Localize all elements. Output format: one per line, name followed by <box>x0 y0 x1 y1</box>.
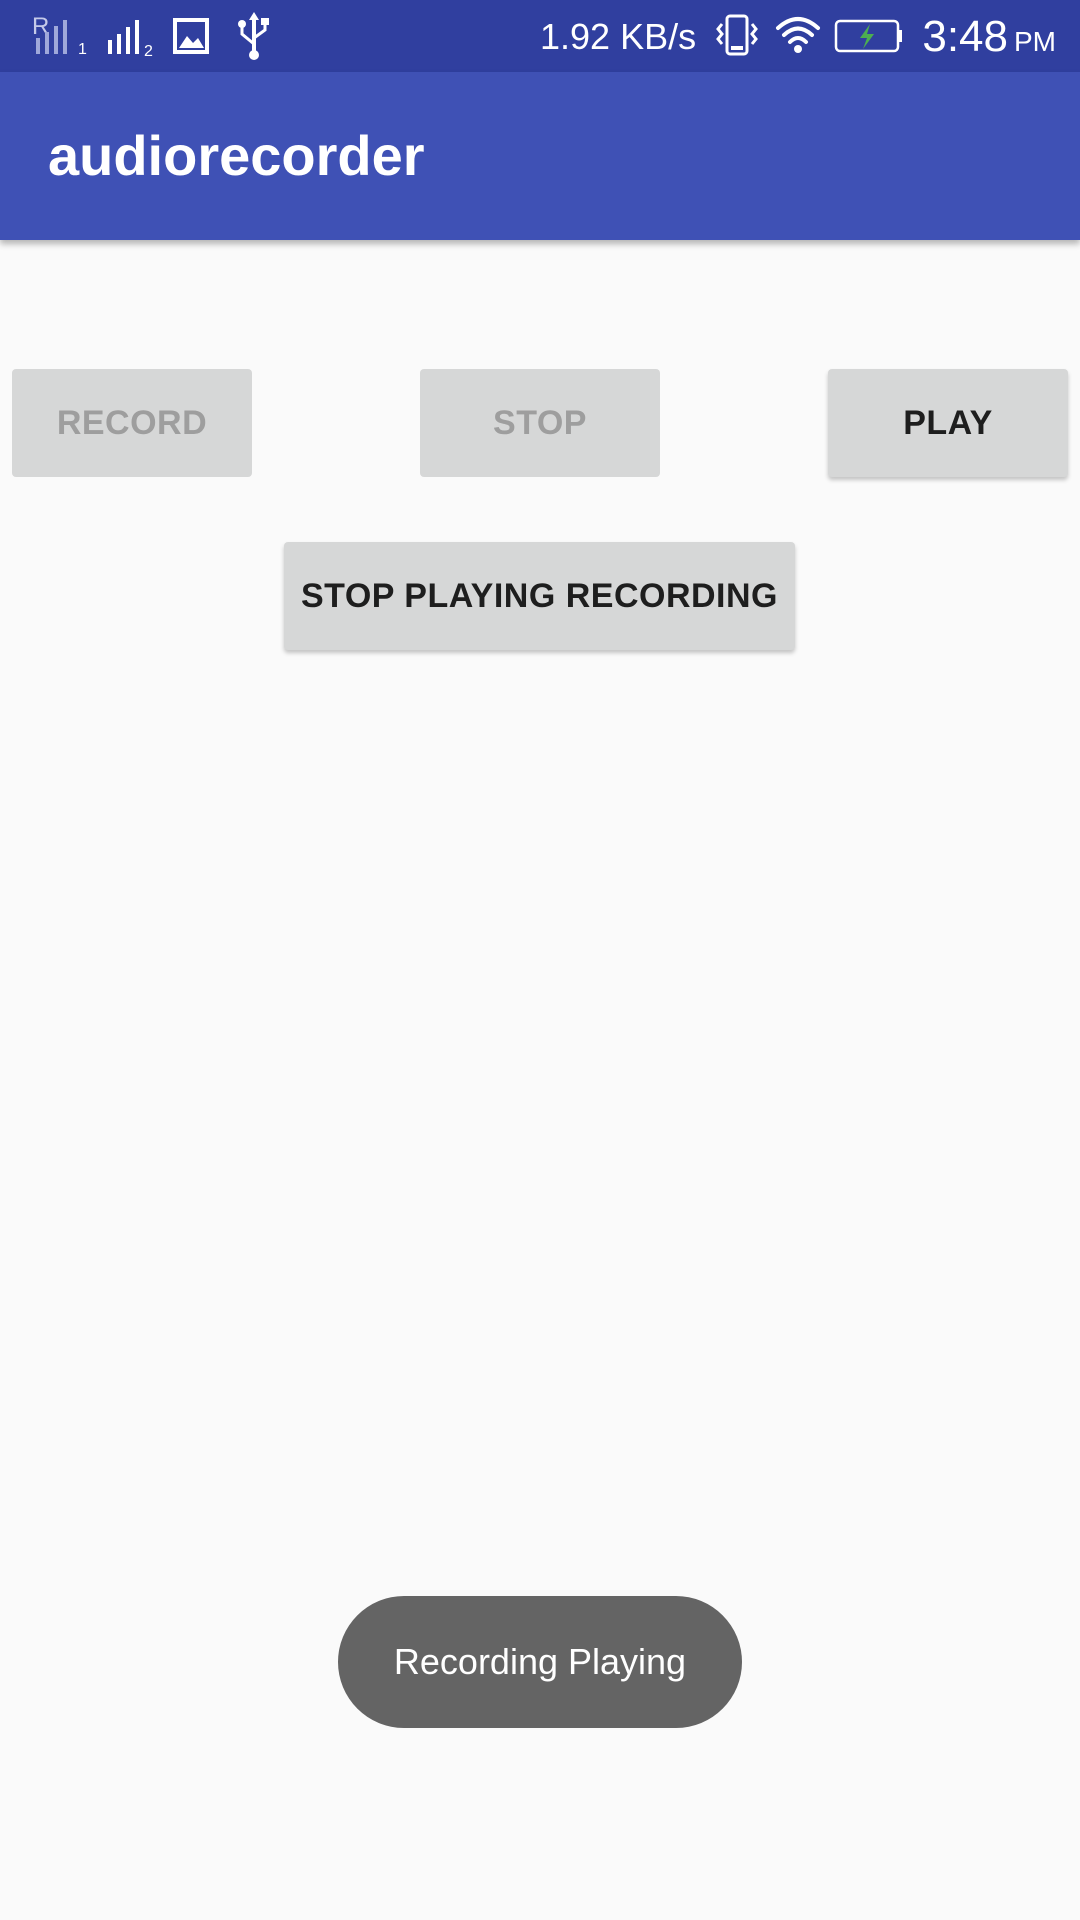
clock: 3:48 PM <box>922 0 1056 72</box>
usb-icon <box>234 0 274 72</box>
wifi-icon <box>774 0 822 72</box>
signal-sim1-icon: R 1 <box>30 0 92 72</box>
network-speed: 1.92 KB/s <box>540 16 697 57</box>
stop-playing-recording-button[interactable]: STOP PLAYING RECORDING <box>284 542 795 650</box>
app-title: audiorecorder <box>48 124 425 187</box>
play-button[interactable]: PLAY <box>828 369 1068 477</box>
toast-message: Recording Playing <box>338 1596 742 1728</box>
app-bar: audiorecorder <box>0 72 1080 240</box>
clock-ampm: PM <box>1014 26 1056 57</box>
svg-text:2: 2 <box>144 43 153 60</box>
stop-button[interactable]: STOP <box>420 369 660 477</box>
gallery-icon <box>172 0 212 72</box>
signal-sim2-icon: 2 <box>104 0 158 72</box>
status-bar: R 1 2 1.92 KB/s 3:48 PM <box>0 0 1080 72</box>
vibrate-icon <box>714 0 760 72</box>
record-button[interactable]: RECORD <box>12 369 252 477</box>
clock-time: 3:48 <box>922 12 1008 61</box>
svg-text:1: 1 <box>78 41 87 58</box>
battery-charging-icon <box>834 0 904 72</box>
